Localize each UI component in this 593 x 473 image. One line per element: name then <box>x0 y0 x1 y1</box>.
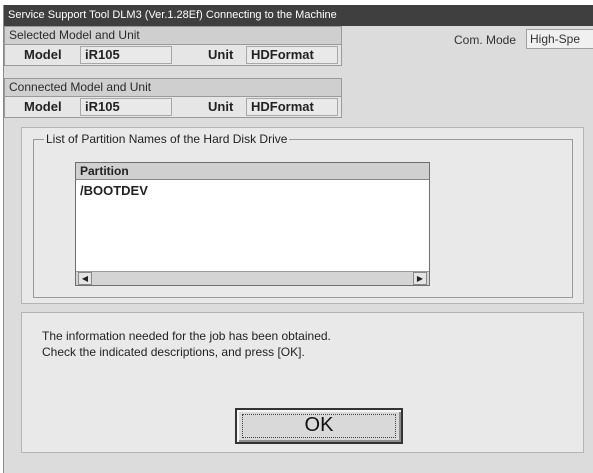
selected-model-value: iR105 <box>80 46 172 64</box>
ok-button-focus-ring <box>242 414 396 438</box>
main-window: Service Support Tool DLM3 (Ver.1.28Ef) C… <box>3 5 593 473</box>
selected-unit-value: HDFormat <box>246 46 338 64</box>
connected-model-label: Model <box>24 99 62 114</box>
connected-unit-value: HDFormat <box>246 98 338 116</box>
selected-info-row: Model iR105 Unit HDFormat <box>4 45 342 66</box>
connected-unit-label: Unit <box>208 99 234 114</box>
selected-model-label: Model <box>24 47 62 62</box>
message-panel: The information needed for the job has b… <box>21 312 584 453</box>
message-line-2: Check the indicated descriptions, and pr… <box>42 345 305 359</box>
partition-list-item[interactable]: /BOOTDEV <box>80 183 148 198</box>
partition-listbox[interactable]: Partition /BOOTDEV ◀ ▶ <box>75 162 430 286</box>
com-mode-label: Com. Mode <box>454 33 517 47</box>
selected-unit-label: Unit <box>208 47 234 62</box>
horizontal-scrollbar[interactable]: ◀ ▶ <box>76 271 429 285</box>
partition-column-header[interactable]: Partition <box>76 163 429 180</box>
partition-panel: List of Partition Names of the Hard Disk… <box>21 127 584 304</box>
connected-info-row: Model iR105 Unit HDFormat <box>4 97 342 118</box>
com-mode-value: High-Spe <box>526 29 593 49</box>
connected-model-value: iR105 <box>80 98 172 116</box>
message-line-1: The information needed for the job has b… <box>42 329 331 343</box>
connected-section-heading: Connected Model and Unit <box>4 78 342 97</box>
selected-section-heading: Selected Model and Unit <box>4 26 342 45</box>
arrow-right-icon[interactable]: ▶ <box>413 272 427 285</box>
window-title-bar: Service Support Tool DLM3 (Ver.1.28Ef) C… <box>4 5 593 26</box>
ok-button[interactable]: OK <box>235 408 403 444</box>
arrow-left-icon[interactable]: ◀ <box>78 272 92 285</box>
partition-groupbox-title: List of Partition Names of the Hard Disk… <box>44 132 290 146</box>
